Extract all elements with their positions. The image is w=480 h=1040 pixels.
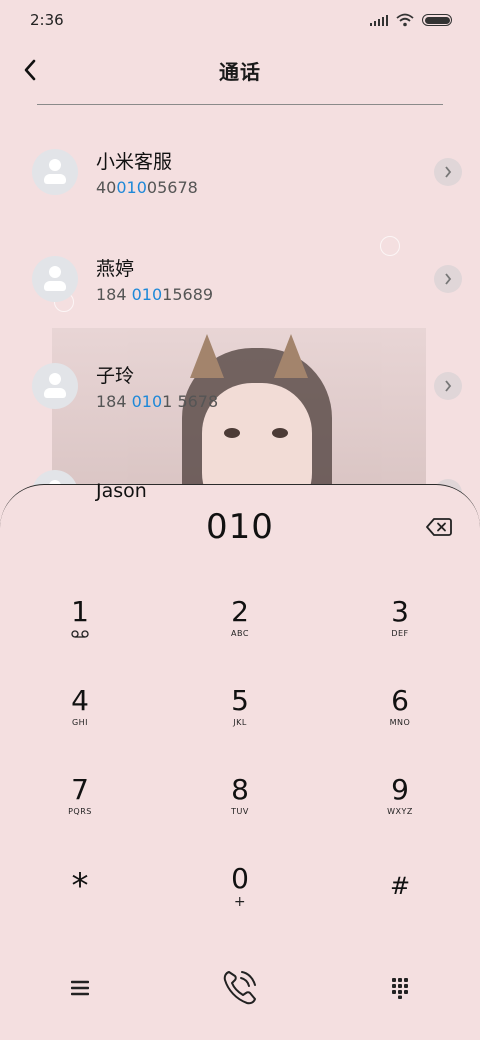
call-button[interactable] [160, 968, 320, 1008]
phone-call-icon [223, 971, 256, 1005]
contact-item[interactable]: 燕婷 184 01015689 [0, 225, 480, 332]
contact-name: 小米客服 [96, 150, 173, 173]
key-9[interactable]: 9 WXYZ [320, 775, 480, 864]
keypad: 1 2 ABC 3 DEF 4 GHI 5 JKL 6 MNO 7 PQRS 8… [0, 597, 480, 953]
dialpad-bottom-bar [0, 966, 480, 1010]
header-divider [37, 104, 443, 105]
keypad-icon [392, 978, 408, 999]
key-hash[interactable]: # [320, 864, 480, 953]
status-bar: 2:36 [0, 0, 480, 40]
avatar [32, 362, 78, 409]
contact-list: 小米客服 4001005678 燕婷 184 01015689 子玲 184 0… [0, 118, 480, 546]
key-0[interactable]: 0 + [160, 864, 320, 953]
contact-number: 184 01015689 [96, 284, 214, 304]
status-icons [370, 13, 452, 27]
contact-name: 燕婷 [96, 257, 135, 280]
chevron-left-icon [24, 59, 36, 81]
contact-detail-button[interactable] [434, 372, 462, 400]
signal-icon [370, 14, 388, 26]
key-8[interactable]: 8 TUV [160, 775, 320, 864]
status-time: 2:36 [30, 11, 64, 29]
contact-detail-button[interactable] [434, 158, 462, 186]
menu-button[interactable] [0, 980, 160, 996]
voicemail-icon [71, 630, 89, 638]
contact-number: 184 0101 5678 [96, 391, 219, 411]
avatar [32, 255, 78, 302]
battery-icon [422, 14, 452, 26]
menu-icon [71, 980, 89, 996]
key-7[interactable]: 7 PQRS [0, 775, 160, 864]
key-2[interactable]: 2 ABC [160, 597, 320, 686]
back-button[interactable] [14, 54, 46, 86]
chevron-right-icon [445, 273, 452, 285]
wifi-icon [396, 13, 414, 27]
keypad-toggle-button[interactable] [320, 977, 480, 999]
chevron-right-icon [445, 380, 452, 392]
avatar [32, 148, 78, 195]
header: 通话 [0, 48, 480, 92]
contact-name: 子玲 [96, 364, 135, 387]
contact-name: Jason [96, 479, 147, 502]
key-5[interactable]: 5 JKL [160, 686, 320, 775]
key-1[interactable]: 1 [0, 597, 160, 686]
contact-detail-button[interactable] [434, 265, 462, 293]
contact-item[interactable]: 子玲 184 0101 5678 [0, 332, 480, 439]
backspace-icon[interactable] [426, 517, 452, 537]
key-6[interactable]: 6 MNO [320, 686, 480, 775]
contact-item[interactable]: 小米客服 4001005678 [0, 118, 480, 225]
key-3[interactable]: 3 DEF [320, 597, 480, 686]
contact-number: 4001005678 [96, 177, 198, 197]
dialpad-panel: 010 1 2 ABC 3 DEF 4 GHI 5 JKL 6 MNO 7 PQ… [0, 484, 480, 1040]
page-title: 通话 [219, 59, 261, 84]
chevron-right-icon [445, 166, 452, 178]
key-star[interactable]: * [0, 864, 160, 953]
dialed-number: 010 [206, 507, 274, 547]
key-4[interactable]: 4 GHI [0, 686, 160, 775]
